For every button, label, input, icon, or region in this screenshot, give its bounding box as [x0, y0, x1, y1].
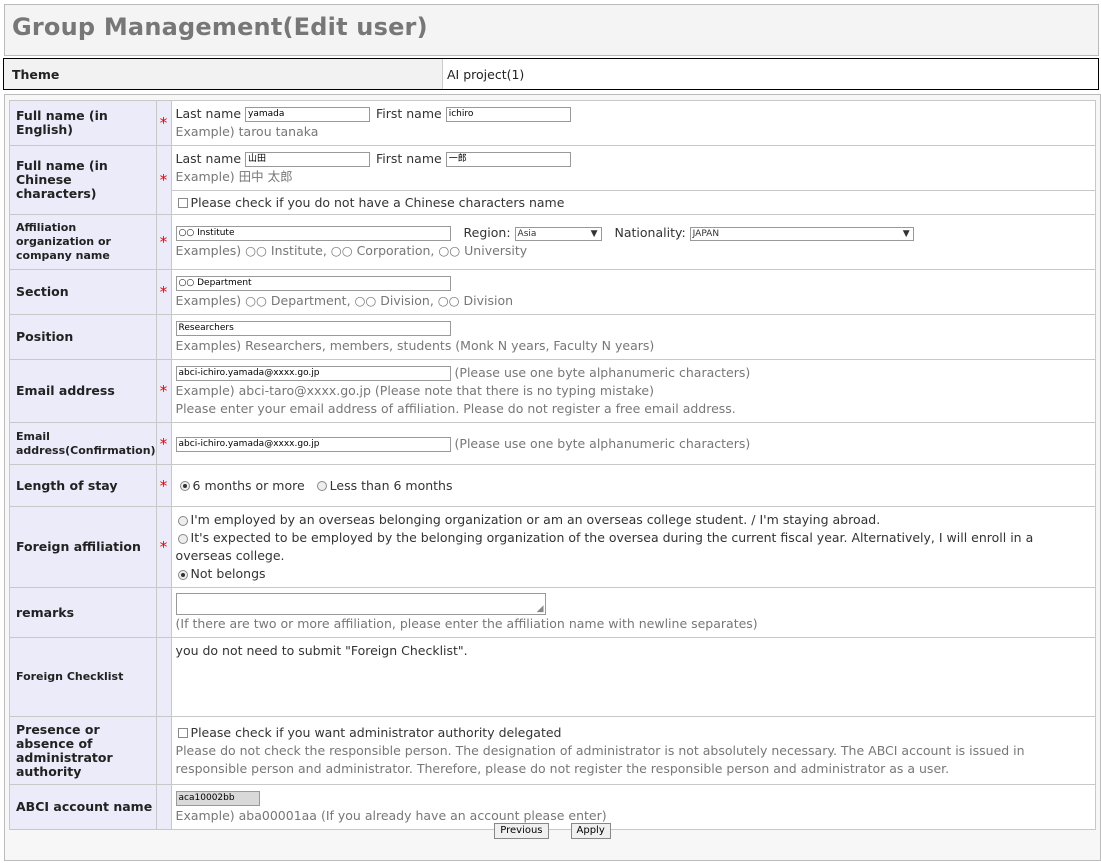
- foreign-label: Foreign affiliation: [9, 506, 157, 588]
- affiliation-label: Affiliation organization or company name: [9, 214, 157, 270]
- required-mark: *: [155, 464, 172, 507]
- nationality-value: JAPAN: [692, 228, 720, 239]
- remarks-example: (If there are two or more affiliation, p…: [175, 615, 758, 631]
- section-example: Examples) ○○ Department, ○○ Division, ○○…: [175, 293, 514, 308]
- foreign-opt2-label: It's expected to be employed by the belo…: [175, 530, 1034, 563]
- fullname-cn-example: Example) 田中 太郎: [175, 169, 293, 184]
- foreign-opt3-label: Not belongs: [190, 566, 266, 581]
- button-bar: Previous Apply: [5, 821, 1100, 839]
- last-name-label: Last name: [175, 151, 242, 166]
- row-email: Email address * abci-ichiro.yamada@xxxx.…: [9, 359, 1097, 423]
- row-affiliation: Affiliation organization or company name…: [9, 214, 1097, 270]
- stay-opt1-label: 6 months or more: [192, 477, 305, 493]
- required-mark: *: [155, 145, 172, 215]
- fullname-en-example: Example) tarou tanaka: [175, 124, 319, 139]
- form-table: Full name (in English) * Last name yamad…: [9, 100, 1097, 830]
- stay-radio-less-6[interactable]: [316, 481, 327, 491]
- region-label: Region:: [463, 225, 511, 240]
- account-input[interactable]: aca10002bb: [175, 791, 260, 806]
- checklist-label: Foreign Checklist: [9, 637, 157, 717]
- page-title: Group Management(Edit user): [12, 13, 428, 41]
- email-confirm-input[interactable]: abci-ichiro.yamada@xxxx.go.jp: [175, 436, 451, 452]
- title-bar: Group Management(Edit user): [4, 4, 1099, 56]
- row-email-confirm: Email address(Confirmation) * abci-ichir…: [9, 422, 1097, 465]
- remarks-textarea[interactable]: ◢: [175, 592, 546, 615]
- row-checklist: Foreign Checklist you do not need to sub…: [9, 637, 1097, 717]
- foreign-radio-expected[interactable]: [177, 533, 188, 544]
- row-no-chinese: Please check if you do not have a Chines…: [10, 190, 1097, 215]
- row-admin: Presence or absence of administrator aut…: [9, 716, 1097, 785]
- email-confirm-label: Email address(Confirmation): [9, 422, 157, 465]
- foreign-radio-employed[interactable]: [177, 515, 188, 526]
- last-name-en-input[interactable]: yamada: [245, 107, 370, 122]
- position-example: Examples) Researchers, members, students…: [175, 338, 655, 353]
- nationality-label: Nationality:: [614, 225, 686, 240]
- stay-label: Length of stay: [9, 464, 157, 507]
- required-mark: *: [155, 422, 172, 465]
- row-stay: Length of stay * 6 months or more Less t…: [9, 464, 1097, 507]
- row-fullname-en: Full name (in English) * Last name yamad…: [9, 100, 1097, 146]
- checklist-text: you do not need to submit "Foreign Check…: [175, 643, 468, 658]
- chevron-down-icon: ▼: [590, 228, 598, 239]
- no-chinese-checkbox[interactable]: [177, 198, 188, 208]
- stay-opt2-label: Less than 6 months: [329, 477, 453, 493]
- row-fullname-cn: Full name (in Chinese characters) * Last…: [9, 145, 1097, 215]
- section-input[interactable]: ○○ Department: [175, 276, 451, 291]
- required-mark: *: [155, 359, 172, 423]
- first-name-en-input[interactable]: ichiro: [445, 107, 571, 122]
- first-name-cn-input[interactable]: 一郎: [445, 152, 571, 167]
- email-note: (Please use one byte alphanumeric charac…: [454, 365, 751, 380]
- row-remarks: remarks ◢ (If there are two or more affi…: [9, 587, 1097, 638]
- first-name-label: First name: [375, 106, 442, 121]
- fullname-en-label: Full name (in English): [9, 100, 157, 146]
- fullname-cn-label: Full name (in Chinese characters): [9, 145, 157, 215]
- position-input[interactable]: Researchers: [175, 321, 451, 336]
- apply-button[interactable]: Apply: [570, 823, 611, 839]
- email-example: Example) abci-taro@xxxx.go.jp (Please no…: [175, 383, 655, 398]
- email-note2: Please enter your email address of affil…: [175, 401, 736, 416]
- affiliation-input[interactable]: ○○ Institute: [175, 226, 451, 241]
- chevron-down-icon: ▼: [902, 228, 910, 239]
- admin-check-label: Please check if you want administrator a…: [190, 724, 562, 740]
- theme-value: AI project(1): [447, 67, 525, 82]
- no-chinese-label: Please check if you do not have a Chines…: [190, 194, 565, 210]
- row-position: Position Researchers Examples) Researche…: [9, 314, 1097, 360]
- region-select[interactable]: Asia ▼: [514, 226, 602, 241]
- previous-button[interactable]: Previous: [494, 823, 549, 839]
- remarks-label: remarks: [9, 587, 157, 638]
- last-name-cn-input[interactable]: 山田: [245, 152, 370, 167]
- required-mark: *: [155, 506, 172, 588]
- row-foreign: Foreign affiliation * I'm employed by an…: [9, 506, 1097, 588]
- required-mark: *: [155, 100, 172, 146]
- foreign-radio-not-belongs[interactable]: [177, 569, 188, 580]
- required-mark: *: [155, 269, 172, 315]
- stay-radio-6-or-more[interactable]: [179, 481, 190, 491]
- nationality-select[interactable]: JAPAN ▼: [689, 226, 914, 241]
- section-label: Section: [9, 269, 157, 315]
- first-name-label: First name: [375, 151, 442, 166]
- edit-user-form: Full name (in English) * Last name yamad…: [4, 94, 1101, 861]
- admin-label: Presence or absence of administrator aut…: [9, 716, 157, 785]
- affiliation-example: Examples) ○○ Institute, ○○ Corporation, …: [175, 243, 528, 258]
- email-confirm-note: (Please use one byte alphanumeric charac…: [454, 435, 751, 451]
- row-section: Section * ○○ Department Examples) ○○ Dep…: [9, 269, 1097, 315]
- admin-checkbox[interactable]: [177, 728, 188, 738]
- position-label: Position: [9, 314, 157, 360]
- theme-row: Theme AI project(1): [3, 58, 1099, 90]
- resize-grip-icon[interactable]: ◢: [537, 604, 544, 614]
- last-name-label: Last name: [175, 106, 242, 121]
- admin-note: Please do not check the responsible pers…: [175, 742, 1025, 776]
- region-value: Asia: [517, 228, 537, 239]
- email-input[interactable]: abci-ichiro.yamada@xxxx.go.jp: [175, 366, 451, 381]
- theme-label: Theme: [4, 59, 443, 89]
- foreign-opt1-label: I'm employed by an overseas belonging or…: [190, 512, 881, 527]
- required-mark: *: [155, 214, 172, 270]
- email-label: Email address: [9, 359, 157, 423]
